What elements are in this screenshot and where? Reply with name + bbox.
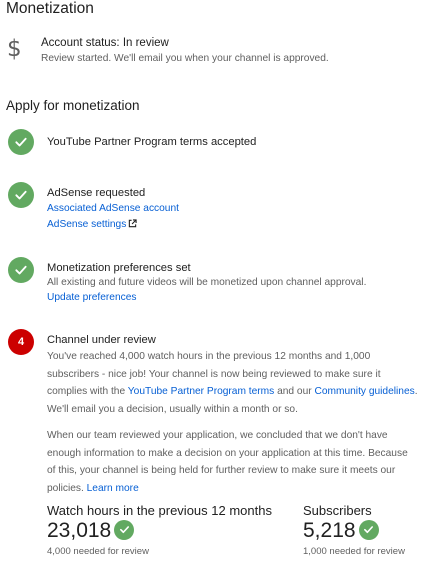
review-line: We'll email you a decision, usually with… — [47, 403, 298, 415]
review-line: When our team reviewed your application,… — [47, 430, 388, 441]
review-line: subscribers - nice job! Your channel is … — [47, 368, 381, 380]
step-adsense-title: AdSense requested — [47, 187, 146, 199]
review-hold-notice: When our team reviewed your application,… — [47, 427, 433, 497]
review-text: and our — [274, 386, 315, 397]
step-number-badge: 4 — [8, 329, 34, 355]
subscribers-needed: 1,000 needed for review — [303, 546, 405, 557]
step-terms-title: YouTube Partner Program terms accepted — [47, 136, 257, 148]
update-preferences-link[interactable]: Update preferences — [47, 292, 136, 303]
account-status: Account status: In review — [41, 37, 169, 49]
review-line: enough information to make a decision on… — [47, 447, 408, 459]
adsense-settings-label: AdSense settings — [47, 219, 127, 230]
check-icon — [358, 519, 379, 540]
external-link-icon — [128, 219, 137, 231]
associated-adsense-link[interactable]: Associated AdSense account — [47, 203, 179, 214]
apply-section-title: Apply for monetization — [6, 98, 140, 113]
partner-program-terms-link[interactable]: YouTube Partner Program terms — [128, 386, 274, 397]
account-status-detail: Review started. We'll email you when you… — [41, 53, 329, 64]
step-preferences-title: Monetization preferences set — [47, 262, 191, 274]
adsense-settings-link[interactable]: AdSense settings — [47, 219, 137, 231]
check-icon — [8, 182, 34, 208]
step-review-title: Channel under review — [47, 334, 156, 346]
watch-hours-label: Watch hours in the previous 12 months — [47, 503, 272, 518]
watch-hours-needed: 4,000 needed for review — [47, 546, 149, 557]
step-preferences-detail: All existing and future videos will be m… — [47, 277, 367, 288]
subscribers-stat: 5,218 — [303, 519, 379, 543]
subscribers-label: Subscribers — [303, 503, 372, 518]
dollar-icon: $ — [7, 36, 22, 62]
review-description: You've reached 4,000 watch hours in the … — [47, 348, 433, 418]
check-icon — [8, 129, 34, 155]
subscribers-value: 5,218 — [303, 519, 356, 542]
review-line: complies with the YouTube Partner Progra… — [47, 383, 433, 401]
review-text: complies with the — [47, 386, 128, 397]
watch-hours-value: 23,018 — [47, 519, 112, 542]
review-text: . — [414, 386, 418, 397]
check-icon — [114, 519, 135, 540]
review-line: of this, your channel is being held for … — [47, 465, 396, 476]
community-guidelines-link[interactable]: Community guidelines — [314, 386, 414, 397]
page-title: Monetization — [6, 0, 94, 17]
watch-hours-stat: 23,018 — [47, 519, 135, 543]
review-line: You've reached 4,000 watch hours in the … — [47, 351, 371, 362]
learn-more-link[interactable]: Learn more — [87, 483, 139, 494]
review-line: policies. Learn more — [47, 480, 433, 498]
review-text: policies. — [47, 482, 87, 494]
check-icon — [8, 257, 34, 283]
